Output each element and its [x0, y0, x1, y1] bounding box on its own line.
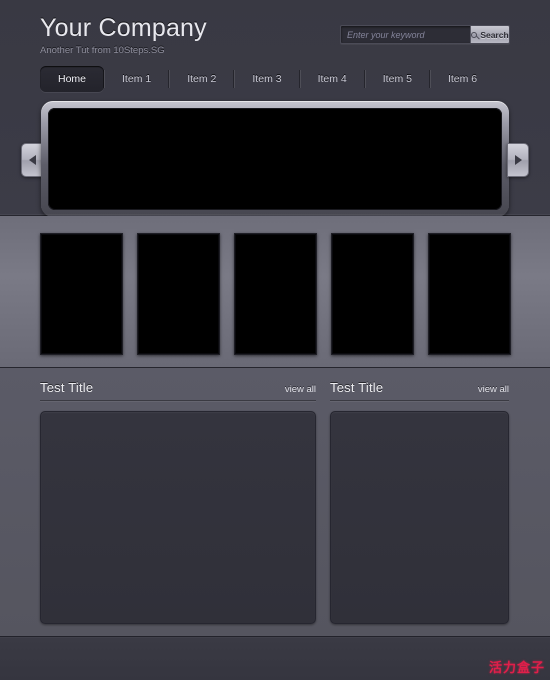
thumbnail-item[interactable] [137, 233, 220, 355]
content-panel [40, 411, 316, 624]
nav-item-home[interactable]: Home [40, 66, 105, 92]
search-button-label: Search [480, 29, 509, 40]
main-navigation: Home Item 1 Item 2 Item 3 Item 4 Item 5 … [40, 66, 495, 92]
brand-subtitle: Another Tut from 10Steps.SG [40, 45, 165, 56]
nav-item-6[interactable]: Item 6 [429, 66, 495, 92]
thumbnail-item[interactable] [234, 233, 317, 355]
nav-item-1[interactable]: Item 1 [104, 66, 169, 92]
thumbnail-item[interactable] [428, 233, 511, 355]
column-title: Test Title [330, 380, 384, 395]
brand: Your Company Another Tut from 10Steps.SG [40, 14, 207, 56]
header-band: Your Company Another Tut from 10Steps.SG… [0, 0, 550, 217]
thumbnail-item[interactable] [331, 233, 414, 355]
column-header: Test Title view all [330, 380, 509, 401]
search-button[interactable]: Search [470, 26, 509, 43]
nav-label: Item 3 [252, 73, 282, 85]
search-input[interactable] [341, 26, 470, 43]
nav-item-4[interactable]: Item 4 [299, 66, 365, 92]
thumbnail-band [0, 216, 550, 368]
view-all-link[interactable]: view all [478, 384, 509, 395]
brand-title: Your Company [40, 14, 207, 42]
footer-band: 活力盒子 [0, 637, 550, 680]
page-root: Your Company Another Tut from 10Steps.SG… [0, 0, 550, 680]
thumbnail-item[interactable] [40, 233, 123, 355]
nav-label: Item 1 [122, 73, 152, 85]
nav-item-2[interactable]: Item 2 [169, 66, 234, 92]
nav-label: Item 5 [382, 73, 412, 85]
slider-screen [48, 108, 502, 210]
slider-prev-button[interactable] [21, 143, 43, 177]
magnifier-icon [471, 31, 478, 38]
slider-next-button[interactable] [507, 143, 529, 177]
chevron-right-icon [514, 155, 522, 165]
chevron-left-icon [28, 155, 36, 165]
nav-label: Home [58, 73, 87, 85]
nav-item-3[interactable]: Item 3 [234, 66, 299, 92]
content-column-right: Test Title view all [330, 380, 509, 624]
thumbnail-row [40, 233, 511, 355]
nav-label: Item 6 [447, 73, 478, 85]
search-box[interactable]: Search [340, 25, 510, 44]
nav-label: Item 2 [187, 73, 217, 85]
content-column-left: Test Title view all [40, 380, 316, 624]
nav-item-5[interactable]: Item 5 [364, 66, 430, 92]
content-columns: Test Title view all Test Title view all [40, 380, 509, 624]
watermark-text: 活力盒子 [488, 660, 545, 675]
content-panel [330, 411, 509, 624]
featured-slider[interactable] [41, 101, 509, 217]
view-all-link[interactable]: view all [285, 384, 316, 395]
column-title: Test Title [40, 380, 94, 395]
nav-label: Item 4 [317, 73, 347, 85]
content-band: Test Title view all Test Title view all [0, 368, 550, 637]
column-header: Test Title view all [40, 380, 316, 401]
